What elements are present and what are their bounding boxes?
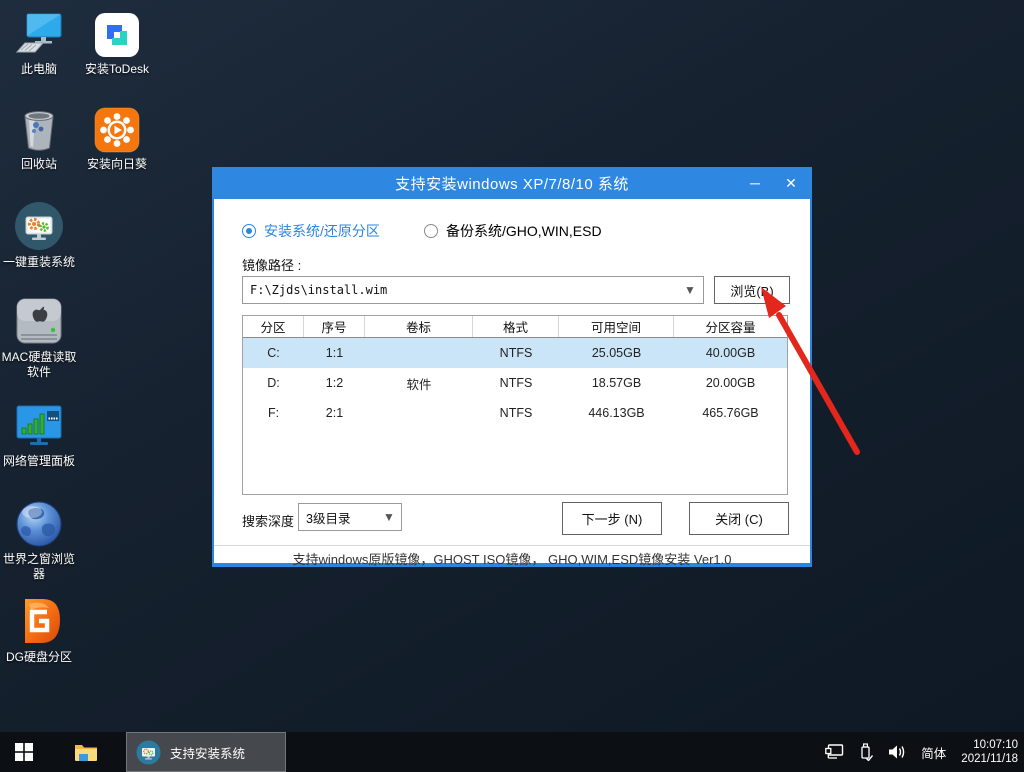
desktop-icon-mac-disk-reader[interactable]: MAC硬盘读取软件 [0,296,78,380]
table-row-f[interactable]: F: 2:1 NTFS 446.13GB 465.76GB [243,398,787,428]
taskbar-app-install-system[interactable]: 支持安装系统 [126,732,286,772]
footer-divider [214,545,810,546]
partition-table: 分区 序号 卷标 格式 可用空间 分区容量 C: 1:1 NTFS 25.05G… [242,315,788,495]
desktop-icon-install-sunflower[interactable]: 安装向日葵 [78,103,156,172]
windows-logo-icon [15,743,33,761]
chevron-down-icon: ▼ [377,510,401,524]
chevron-down-icon[interactable]: ▼ [677,283,703,297]
ime-indicator[interactable]: 简体 [921,743,946,762]
table-row-c[interactable]: C: 1:1 NTFS 25.05GB 40.00GB [243,338,787,368]
desktop-icon-network-panel[interactable]: 网络管理面板 [0,400,78,469]
image-path-combobox[interactable]: F:\Zjds\install.wim ▼ [242,276,704,304]
network-panel-icon [14,400,64,450]
radio-install-restore[interactable]: 安装系统/还原分区 [242,221,380,241]
desktop-icon-dg-partition[interactable]: DG硬盘分区 [0,596,78,665]
desktop-icon-one-key-reinstall[interactable]: 一键重装系统 [0,201,78,270]
mac-disk-icon [15,296,63,346]
recycle-bin-icon [18,103,60,153]
image-path-value: F:\Zjds\install.wim [243,283,677,297]
footer-text: 支持windows原版镜像，GHOST ISO镜像， GHO,WIM,ESD镜像… [214,549,810,568]
installer-dialog: 支持安装windows XP/7/8/10 系统 ─ ✕ 安装系统/还原分区 备… [212,167,812,567]
close-window-button[interactable]: ✕ [780,172,802,194]
desktop-icon-label: 此电脑 [21,62,57,77]
clock[interactable]: 10:07:10 2021/11/18 [961,738,1018,766]
desktop-icon-this-pc[interactable]: 此电脑 [0,8,78,77]
search-depth-select[interactable]: 3级目录 ▼ [298,503,402,531]
installer-app-icon [136,740,161,765]
radio-backup-system[interactable]: 备份系统/GHO,WIN,ESD [424,221,602,241]
clock-date: 2021/11/18 [961,753,1018,765]
dialog-title: 支持安装windows XP/7/8/10 系统 [212,173,812,194]
folder-icon [74,742,98,762]
dialog-titlebar[interactable]: 支持安装windows XP/7/8/10 系统 ─ ✕ [212,167,812,199]
todesk-icon [94,8,140,58]
globe-icon [15,498,63,548]
desktop-icon-install-todesk[interactable]: 安装ToDesk [78,8,156,77]
this-pc-icon [13,8,65,58]
taskbar-app-label: 支持安装系统 [170,743,245,762]
network-tray-icon[interactable] [825,744,844,760]
volume-tray-icon[interactable] [888,744,906,760]
radio-selected-icon [242,224,256,238]
file-explorer-button[interactable] [64,732,108,772]
table-row-d[interactable]: D: 1:2 软件 NTFS 18.57GB 20.00GB [243,368,787,398]
radio-unselected-icon [424,224,438,238]
browse-button[interactable]: 浏览(B) [714,276,790,304]
partition-table-header: 分区 序号 卷标 格式 可用空间 分区容量 [243,316,787,338]
dg-partition-icon [15,596,63,646]
next-step-button[interactable]: 下一步 (N) [562,502,662,535]
one-key-reinstall-icon [14,201,64,251]
close-button[interactable]: 关闭 (C) [689,502,789,535]
taskbar: 支持安装系统 简体 10:07:10 [0,732,1024,772]
desktop-icon-recycle-bin[interactable]: 回收站 [0,103,78,172]
clock-time: 10:07:10 [973,739,1018,751]
minimize-button[interactable]: ─ [744,172,766,194]
desktop-icon-world-window-browser[interactable]: 世界之窗浏览器 [0,498,78,582]
image-path-label: 镜像路径 : [242,255,301,274]
sunflower-icon [94,103,140,153]
usb-tray-icon[interactable] [859,743,873,761]
search-depth-label: 搜索深度 [242,511,294,530]
start-button[interactable] [0,732,48,772]
